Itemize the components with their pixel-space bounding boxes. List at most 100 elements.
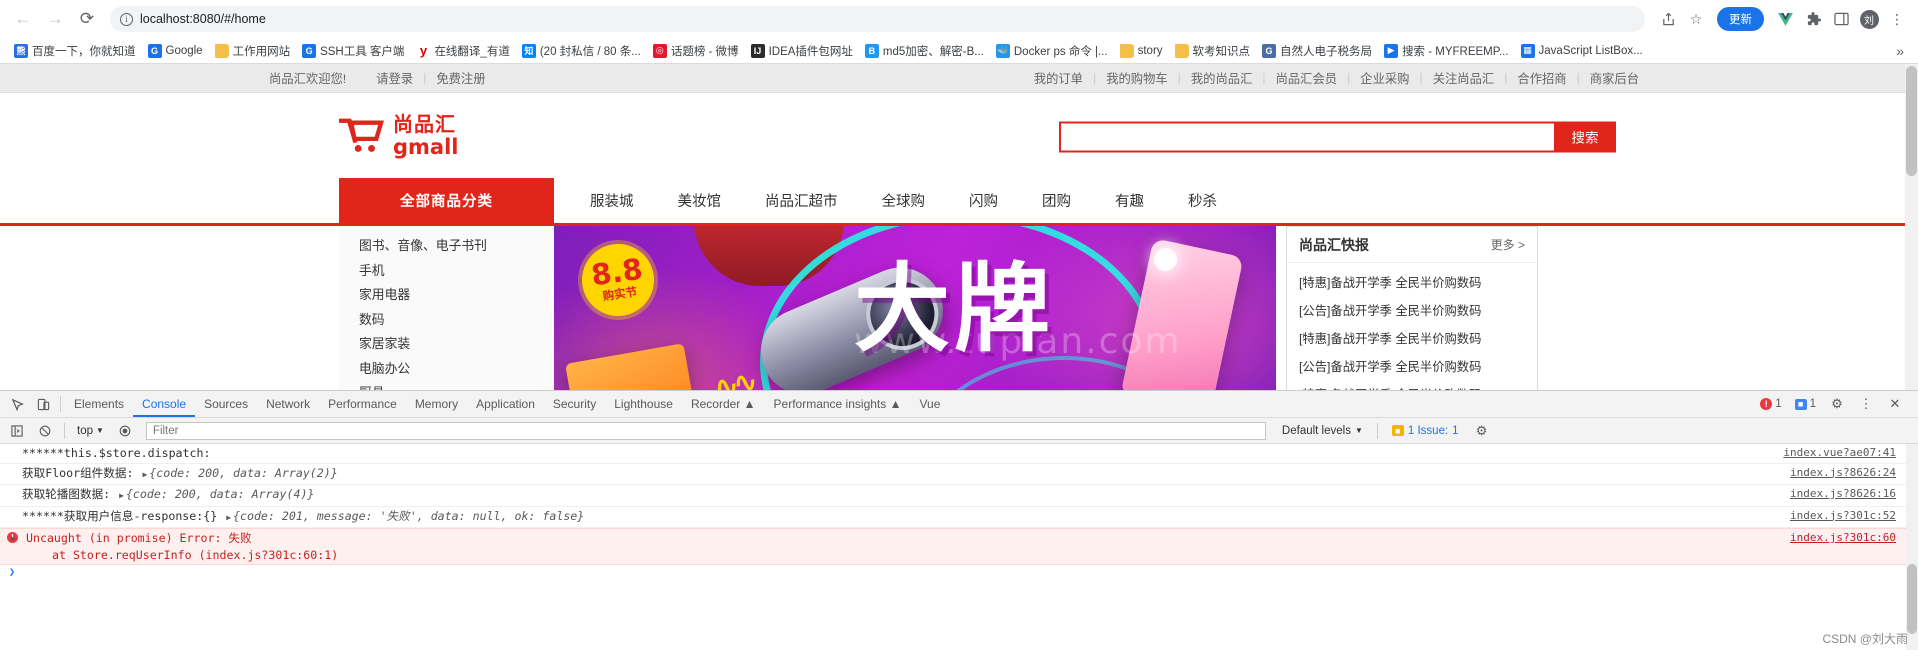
bookmark-item[interactable]: G Google bbox=[142, 42, 209, 60]
chrome-menu-button[interactable]: ⋮ bbox=[1884, 6, 1910, 32]
category-item-4[interactable]: 家居家装 bbox=[339, 332, 554, 357]
topbar-link-1[interactable]: 我的购物车 bbox=[1096, 69, 1178, 87]
side-panel-icon[interactable] bbox=[1828, 6, 1854, 32]
devtools-settings-icon[interactable]: ⚙ bbox=[1824, 392, 1850, 416]
devtools-tab-security[interactable]: Security bbox=[544, 391, 605, 417]
console-source-link[interactable]: index.js?301c:52 bbox=[1790, 507, 1896, 526]
devtools-tab-recorder[interactable]: Recorder ▲ bbox=[682, 391, 765, 417]
inspect-element-icon[interactable] bbox=[4, 392, 30, 416]
bookmark-item[interactable]: y 在线翻译_有道 bbox=[410, 41, 515, 61]
nav-item-3[interactable]: 全球购 bbox=[860, 178, 948, 223]
devtools-tab-network[interactable]: Network bbox=[257, 391, 319, 417]
bookmark-item[interactable]: ▶ 搜索 - MYFREEMP... bbox=[1378, 41, 1515, 61]
extensions-icon[interactable] bbox=[1800, 6, 1826, 32]
console-scrollbar[interactable] bbox=[1906, 444, 1918, 650]
devtools-tab-lighthouse[interactable]: Lighthouse bbox=[605, 391, 682, 417]
execution-context-select[interactable]: top ▼ bbox=[71, 425, 110, 437]
console-log-row[interactable]: ******this.$store.dispatch: index.vue?ae0… bbox=[0, 444, 1918, 464]
bookmarks-overflow-button[interactable]: » bbox=[1890, 43, 1910, 59]
console-log-object[interactable]: {code: 201, message: '失败', data: null, o… bbox=[233, 509, 584, 523]
share-icon[interactable] bbox=[1655, 6, 1681, 32]
bookmark-item[interactable]: 工作用网站 bbox=[209, 41, 297, 61]
console-output[interactable]: ******this.$store.dispatch: index.vue?ae0… bbox=[0, 444, 1918, 650]
console-source-link[interactable]: index.vue?ae07:41 bbox=[1783, 444, 1896, 463]
address-bar[interactable]: i localhost:8080/#/home bbox=[110, 6, 1645, 32]
category-item-1[interactable]: 手机 bbox=[339, 259, 554, 284]
console-log-row[interactable]: 获取Floor组件数据: ▶ {code: 200, data: Array(2)… bbox=[0, 464, 1918, 485]
message-count-badge[interactable]: ■ 1 bbox=[1790, 397, 1821, 411]
search-button[interactable]: 搜索 bbox=[1554, 121, 1616, 153]
update-button[interactable]: 更新 bbox=[1717, 7, 1764, 31]
news-item-0[interactable]: [特惠]备战开学季 全民半价购数码 bbox=[1299, 268, 1525, 296]
news-item-2[interactable]: [特惠]备战开学季 全民半价购数码 bbox=[1299, 324, 1525, 352]
devtools-tab-console[interactable]: Console bbox=[133, 391, 196, 417]
console-scrollbar-thumb[interactable] bbox=[1907, 564, 1917, 634]
news-more-link[interactable]: 更多 > bbox=[1491, 236, 1525, 253]
devtools-more-icon[interactable]: ⋮ bbox=[1853, 392, 1879, 416]
devtools-close-icon[interactable]: ✕ bbox=[1882, 392, 1908, 416]
login-link[interactable]: 请登录 bbox=[366, 69, 423, 87]
category-item-3[interactable]: 数码 bbox=[339, 308, 554, 333]
bookmark-item[interactable]: IJ IDEA插件包网址 bbox=[745, 41, 859, 61]
category-item-5[interactable]: 电脑办公 bbox=[339, 357, 554, 382]
nav-item-2[interactable]: 尚品汇超市 bbox=[743, 178, 860, 223]
devtools-tab-application[interactable]: Application bbox=[467, 391, 544, 417]
console-error-row[interactable]: ! ▶ Uncaught (in promise) Error: 失败 at Stor… bbox=[0, 528, 1918, 565]
console-sidebar-icon[interactable] bbox=[4, 419, 30, 443]
bookmark-item[interactable]: ▦ JavaScript ListBox... bbox=[1515, 42, 1649, 60]
news-item-1[interactable]: [公告]备战开学季 全民半价购数码 bbox=[1299, 296, 1525, 324]
nav-item-5[interactable]: 团购 bbox=[1020, 178, 1093, 223]
bookmark-item[interactable]: ◎ 话题榜 - 微博 bbox=[647, 41, 745, 61]
topbar-link-0[interactable]: 我的订单 bbox=[1024, 69, 1093, 87]
console-log-row[interactable]: ******获取用户信息-response:{} ▶ {code: 201, me… bbox=[0, 507, 1918, 528]
topbar-link-3[interactable]: 尚品汇会员 bbox=[1266, 69, 1348, 87]
live-expression-icon[interactable] bbox=[112, 419, 138, 443]
console-settings-icon[interactable]: ⚙ bbox=[1469, 419, 1495, 443]
bookmark-item[interactable]: 🐳 Docker ps 命令 |... bbox=[990, 41, 1114, 61]
devtools-tab-vue[interactable]: Vue bbox=[910, 391, 949, 417]
vue-devtools-icon[interactable] bbox=[1772, 6, 1798, 32]
topbar-link-5[interactable]: 关注尚品汇 bbox=[1423, 69, 1505, 87]
page-scrollbar-thumb[interactable] bbox=[1906, 66, 1917, 176]
devtools-tab-memory[interactable]: Memory bbox=[406, 391, 467, 417]
bookmark-item[interactable]: G SSH工具 客户端 bbox=[296, 41, 410, 61]
nav-item-0[interactable]: 服装城 bbox=[568, 178, 656, 223]
bookmark-item[interactable]: 熊百度一下，你就知道 bbox=[8, 41, 142, 61]
expand-triangle-icon[interactable]: ▶ bbox=[140, 470, 149, 479]
news-item-3[interactable]: [公告]备战开学季 全民半价购数码 bbox=[1299, 352, 1525, 380]
category-item-0[interactable]: 图书、音像、电子书刊 bbox=[339, 234, 554, 259]
console-log-object[interactable]: {code: 200, data: Array(4)} bbox=[126, 487, 314, 501]
topbar-link-4[interactable]: 企业采购 bbox=[1350, 69, 1419, 87]
bookmark-item[interactable]: 软考知识点 bbox=[1169, 41, 1257, 61]
issues-button[interactable]: ■ 1 Issue: 1 bbox=[1384, 425, 1467, 437]
devtools-tab-performance[interactable]: Performance bbox=[319, 391, 406, 417]
back-button[interactable]: ← bbox=[8, 4, 38, 34]
log-levels-select[interactable]: Default levels ▼ bbox=[1274, 425, 1371, 437]
device-toolbar-icon[interactable] bbox=[30, 392, 56, 416]
nav-item-4[interactable]: 闪购 bbox=[947, 178, 1020, 223]
reload-button[interactable]: ⟳ bbox=[72, 4, 102, 34]
nav-item-7[interactable]: 秒杀 bbox=[1166, 178, 1239, 223]
site-info-icon[interactable]: i bbox=[120, 12, 133, 26]
forward-button[interactable]: → bbox=[40, 4, 70, 34]
console-source-link[interactable]: index.js?8626:24 bbox=[1790, 464, 1896, 483]
console-source-link[interactable]: index.js?301c:60 bbox=[1790, 529, 1896, 546]
bookmark-star-icon[interactable]: ☆ bbox=[1683, 6, 1709, 32]
topbar-link-7[interactable]: 商家后台 bbox=[1580, 69, 1649, 87]
error-count-badge[interactable]: ! 1 bbox=[1755, 397, 1786, 411]
topbar-link-6[interactable]: 合作招商 bbox=[1507, 69, 1576, 87]
expand-triangle-icon[interactable]: ▶ bbox=[11, 530, 16, 547]
bookmark-item[interactable]: Bmd5加密、解密-B... bbox=[859, 41, 990, 61]
profile-avatar[interactable]: 刘 bbox=[1856, 6, 1882, 32]
console-log-row[interactable]: 获取轮播图数据: ▶ {code: 200, data: Array(4)} ind… bbox=[0, 485, 1918, 507]
console-filter-input[interactable] bbox=[145, 421, 1266, 440]
devtools-tab-elements[interactable]: Elements bbox=[65, 391, 133, 417]
devtools-tab-performance-insights[interactable]: Performance insights ▲ bbox=[765, 391, 911, 417]
nav-item-1[interactable]: 美妆馆 bbox=[656, 178, 744, 223]
bookmark-item[interactable]: 知 (20 封私信 / 80 条... bbox=[516, 41, 647, 61]
console-source-link[interactable]: index.js?8626:16 bbox=[1790, 485, 1896, 504]
console-log-object[interactable]: {code: 200, data: Array(2)} bbox=[149, 466, 337, 480]
all-categories-button[interactable]: 全部商品分类 bbox=[339, 178, 554, 223]
expand-triangle-icon[interactable]: ▶ bbox=[117, 491, 126, 500]
bookmark-item[interactable]: story bbox=[1114, 42, 1169, 60]
